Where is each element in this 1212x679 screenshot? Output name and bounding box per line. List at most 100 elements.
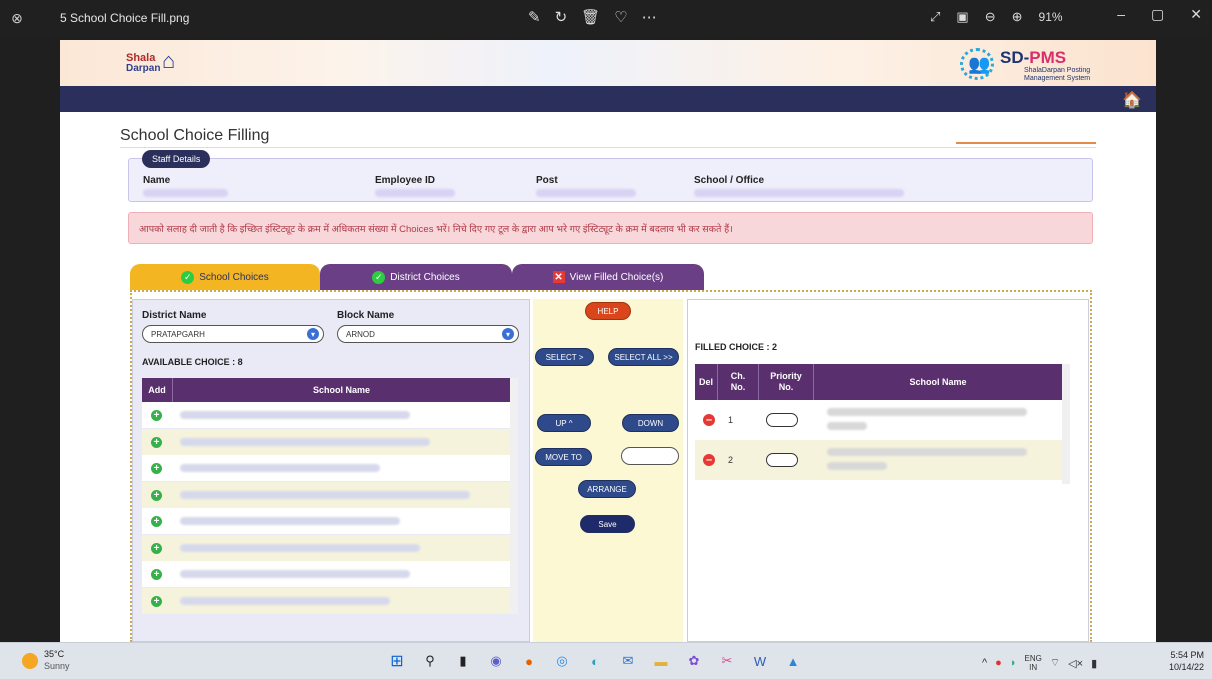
redacted-school-name [180, 490, 470, 499]
redacted-school [694, 189, 904, 197]
available-scrollbar[interactable] [510, 378, 518, 614]
volume-icon[interactable]: ◁× [1068, 657, 1083, 670]
delete-choice-icon[interactable]: – [703, 414, 715, 426]
priority-input[interactable] [766, 413, 798, 427]
up-button[interactable]: UP ^ [537, 414, 591, 432]
add-choice-icon[interactable]: + [151, 542, 162, 554]
save-button[interactable]: Save [580, 515, 635, 533]
home-icon[interactable]: 🏠 [1122, 90, 1142, 110]
chevron-up-icon[interactable]: ^ [982, 657, 987, 669]
wifi-icon[interactable]: ⌔ [1050, 656, 1060, 670]
staff-details-pill: Staff Details [142, 150, 211, 168]
table-row: + [142, 428, 510, 455]
favorite-icon[interactable]: ♡ [614, 8, 627, 26]
col-del: Del [698, 377, 713, 387]
search-icon[interactable]: ⚲ [419, 650, 441, 672]
fit-icon[interactable]: ▣ [956, 9, 968, 25]
shala-darpan-logo[interactable]: Shala Darpan ⌂ [122, 46, 202, 80]
add-choice-icon[interactable]: + [151, 516, 162, 527]
filled-choice-count: FILLED CHOICE : 2 [695, 342, 778, 352]
photos-icon[interactable]: ▲ [782, 650, 804, 672]
table-row: + [142, 508, 510, 534]
table-row: + [142, 587, 510, 614]
tab-district-choices[interactable]: ✓ District Choices [320, 264, 512, 290]
arrange-button[interactable]: ARRANGE [578, 480, 636, 498]
site-banner: Shala Darpan ⌂ 👥 SD-PMS ShalaDarpan Post… [60, 40, 1156, 86]
tab-view-filled-choices[interactable]: ✕ View Filled Choice(s) [512, 264, 704, 290]
help-button[interactable]: HELP [585, 302, 631, 320]
minimize-icon[interactable]: – [1117, 6, 1125, 23]
chevron-down-icon: ▾ [502, 328, 514, 340]
window-controls: – ▢ ✕ [1117, 6, 1202, 23]
edge-icon[interactable]: ◐ [584, 650, 606, 672]
rotate-icon[interactable]: ↻ [555, 8, 568, 26]
select-all-button[interactable]: SELECT ALL >> [608, 348, 679, 366]
add-choice-icon[interactable]: + [151, 436, 162, 448]
navbar: 🏠 [60, 86, 1156, 112]
house-logo-icon: ⌂ [162, 48, 176, 73]
move-to-button[interactable]: MOVE TO [535, 448, 592, 466]
restore-icon[interactable]: ▢ [1151, 6, 1164, 23]
tab-school-choices[interactable]: ✓ School Choices [130, 264, 320, 290]
advice-alert-text: आपको सलाह दी जाती है कि इच्छित इंस्टिट्य… [139, 224, 733, 235]
clock[interactable]: 5:54 PM 10/14/22 [1162, 649, 1204, 673]
people-icon: 👥 [968, 54, 991, 74]
chrome-icon[interactable]: ◎ [551, 650, 573, 672]
task-view-icon[interactable]: ▮ [452, 650, 474, 672]
language-indicator[interactable]: ENG IN [1024, 654, 1041, 672]
tray-app-icon[interactable]: ● [995, 657, 1002, 669]
chat-icon[interactable]: ◉ [485, 650, 507, 672]
add-choice-icon[interactable]: + [151, 463, 162, 474]
district-select[interactable]: PRATAPGARH ▾ [142, 325, 324, 343]
select-button[interactable]: SELECT > [535, 348, 594, 366]
staff-label-employee-id: Employee ID [375, 175, 436, 186]
battery-icon[interactable]: ▮ [1091, 657, 1097, 670]
table-row: + [142, 534, 510, 561]
table-row: – 1 [695, 400, 1062, 440]
down-button[interactable]: DOWN [622, 414, 679, 432]
block-select[interactable]: ARNOD ▾ [337, 325, 519, 343]
filled-scrollbar[interactable] [1062, 364, 1070, 484]
table-row: + [142, 481, 510, 508]
viewer-toolbar: ✎ ↻ 🗑 ♡ ⋯ [528, 8, 657, 26]
expand-icon[interactable]: ⤢ [930, 9, 940, 25]
add-choice-icon[interactable]: + [151, 410, 162, 421]
paint-icon[interactable]: ✿ [683, 650, 705, 672]
sun-icon[interactable] [22, 653, 38, 669]
redacted-school-name [180, 411, 410, 419]
word-icon[interactable]: W [749, 650, 771, 672]
photos-app-icon: ⊗ [11, 9, 23, 26]
staff-label-name: Name [143, 175, 171, 186]
add-choice-icon[interactable]: + [151, 595, 162, 607]
zoom-in-icon[interactable]: ⊕ [1012, 9, 1023, 25]
more-icon[interactable]: ⋯ [642, 8, 657, 26]
weather-condition: Sunny [44, 661, 70, 671]
redacted-school-name [180, 437, 430, 446]
sd-pms-logo[interactable]: 👥 SD-PMS ShalaDarpan Posting Management S… [960, 44, 1110, 84]
title-accent [956, 142, 1096, 144]
zoom-level: 91% [1038, 10, 1063, 24]
redacted-school-name [827, 462, 887, 470]
move-to-input[interactable] [621, 447, 679, 465]
firefox-icon[interactable]: ● [518, 650, 540, 672]
edit-icon[interactable]: ✎ [528, 8, 541, 26]
taskbar-apps: ⊞ ⚲ ▮ ◉ ● ◎ ◐ ✉ ▬ ✿ ✂ W ▲ [386, 650, 804, 672]
zoom-out-icon[interactable]: ⊖ [985, 9, 996, 25]
add-choice-icon[interactable]: + [151, 569, 162, 580]
snip-icon[interactable]: ✂ [716, 650, 738, 672]
windows-taskbar: 35°C Sunny ⊞ ⚲ ▮ ◉ ● ◎ ◐ ✉ ▬ ✿ ✂ W ▲ ^ ●… [0, 642, 1212, 679]
redacted-employee-id [375, 189, 455, 197]
redacted-school-name [827, 408, 1027, 416]
choice-number: 2 [728, 455, 734, 465]
priority-input[interactable] [766, 453, 798, 467]
col-school-name: School Name [312, 385, 370, 395]
delete-choice-icon[interactable]: – [703, 454, 715, 466]
tray-app2-icon[interactable]: ◗ [1010, 657, 1017, 669]
folder-icon[interactable]: ▬ [650, 650, 672, 672]
file-name: 5 School Choice Fill.png [60, 11, 190, 25]
add-choice-icon[interactable]: + [151, 489, 162, 501]
delete-icon[interactable]: 🗑 [581, 8, 600, 26]
close-icon[interactable]: ✕ [1190, 6, 1202, 23]
start-icon[interactable]: ⊞ [386, 650, 408, 672]
mail-icon[interactable]: ✉ [617, 650, 639, 672]
